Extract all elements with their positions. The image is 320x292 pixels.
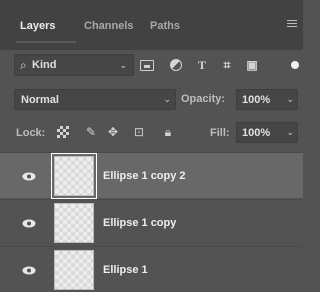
- lock-all-icon[interactable]: 🔒︎: [161, 125, 175, 139]
- layer-thumbnail: [54, 203, 94, 243]
- lock-position-icon[interactable]: ✥: [106, 125, 120, 139]
- layer-name[interactable]: Ellipse 1 copy 2: [103, 170, 186, 182]
- fill-input[interactable]: 100% ⌄: [236, 122, 298, 143]
- filter-toggle-icon[interactable]: [291, 61, 299, 69]
- chevron-down-icon: ⌄: [119, 60, 127, 70]
- lock-transparent-pixels-icon[interactable]: [57, 126, 69, 138]
- type-filter-icon[interactable]: T: [194, 57, 210, 73]
- layer-name[interactable]: Ellipse 1: [103, 264, 148, 276]
- visibility-eye-icon[interactable]: [22, 172, 36, 181]
- visibility-eye-icon[interactable]: [22, 266, 36, 275]
- panel-tab-bar: Layers Channels Paths: [0, 0, 303, 50]
- layers-panel: Layers Channels Paths ⌕ Kind ⌄ T ⌗ ▣ Nor…: [0, 0, 303, 290]
- layer-thumbnail: [51, 153, 97, 199]
- opacity-label: Opacity:: [181, 93, 226, 105]
- blend-mode-select[interactable]: Normal ⌄: [14, 89, 176, 110]
- fill-label: Fill:: [210, 127, 230, 139]
- lock-label: Lock:: [16, 127, 46, 139]
- filter-kind-select[interactable]: ⌕ Kind ⌄: [14, 54, 134, 76]
- layer-name[interactable]: Ellipse 1 copy: [103, 217, 176, 229]
- layer-row[interactable]: Ellipse 1 copy: [0, 199, 303, 245]
- chevron-down-icon: ⌄: [286, 127, 294, 137]
- chevron-down-icon: ⌄: [286, 94, 294, 104]
- layer-thumbnail: [54, 250, 94, 290]
- image-filter-icon[interactable]: [140, 60, 154, 71]
- filter-kind-label: Kind: [32, 59, 57, 71]
- chevron-down-icon: ⌄: [163, 94, 171, 104]
- opacity-input[interactable]: 100% ⌄: [236, 89, 298, 110]
- lock-image-pixels-icon[interactable]: ✎: [84, 125, 98, 139]
- blend-mode-value: Normal: [21, 94, 59, 106]
- search-icon: ⌕: [20, 58, 27, 72]
- tab-paths[interactable]: Paths: [150, 20, 180, 32]
- active-tab-indicator: [16, 41, 76, 43]
- layer-row[interactable]: Ellipse 1: [0, 246, 303, 292]
- visibility-eye-icon[interactable]: [22, 219, 36, 228]
- smart-object-filter-icon[interactable]: ▣: [244, 57, 260, 73]
- lock-artboard-icon[interactable]: ⊡: [132, 125, 146, 139]
- panel-menu-icon[interactable]: [287, 20, 297, 30]
- opacity-value: 100%: [242, 94, 271, 106]
- shape-filter-icon[interactable]: ⌗: [219, 57, 235, 73]
- fill-value: 100%: [242, 127, 271, 139]
- tab-channels[interactable]: Channels: [84, 20, 134, 32]
- layer-row[interactable]: Ellipse 1 copy 2: [0, 152, 303, 199]
- tab-layers[interactable]: Layers: [20, 20, 55, 32]
- adjustment-filter-icon[interactable]: [170, 59, 182, 71]
